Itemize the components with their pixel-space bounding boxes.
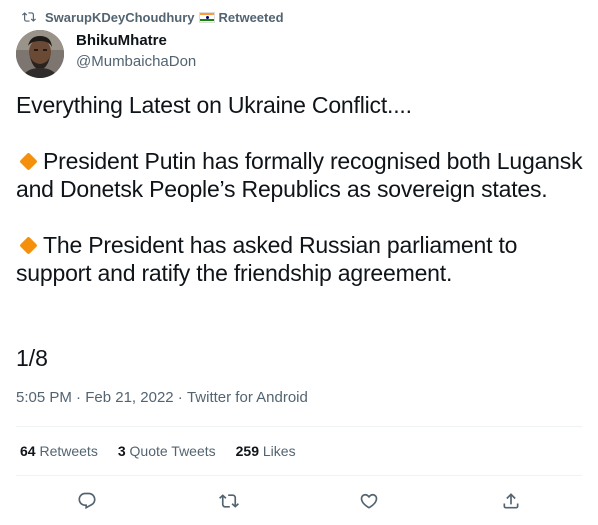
author-handle[interactable]: @MumbaichaDon	[76, 53, 196, 70]
retweeted-label: Retweeted	[218, 9, 284, 25]
retweets-label: Retweets	[35, 443, 98, 459]
tweet-point-1: President Putin has formally recognised …	[16, 147, 586, 203]
likes-label: Likes	[259, 443, 296, 459]
meta-separator: ·	[71, 389, 86, 406]
orange-diamond-icon	[19, 236, 38, 255]
retweets-count: 64	[20, 443, 36, 459]
tweet-point-2: The President has asked Russian parliame…	[16, 231, 586, 287]
reply-icon[interactable]	[76, 490, 98, 512]
tweet-point-2-text: The President has asked Russian parliame…	[16, 232, 518, 286]
meta-separator: ·	[173, 389, 187, 406]
divider	[16, 426, 582, 427]
quote-tweets-count: 3	[117, 443, 126, 459]
thread-counter: 1/8	[16, 345, 48, 371]
likes-count: 259	[235, 443, 259, 459]
likes-stat[interactable]: 259 Likes	[236, 443, 296, 459]
india-flag-icon	[198, 11, 215, 23]
author-name[interactable]: BhikuMhatre	[76, 32, 167, 49]
tweet-source[interactable]: Twitter for Android	[187, 389, 308, 406]
quote-tweets-label: Quote Tweets	[125, 443, 216, 459]
tweet-stats: 64 Retweets 3 Quote Tweets 259 Likes	[20, 443, 316, 459]
avatar[interactable]	[16, 30, 64, 78]
quote-tweets-stat[interactable]: 3 Quote Tweets	[118, 443, 216, 459]
tweet-meta: 5:05 PM · Feb 21, 2022 · Twitter for And…	[16, 389, 308, 406]
tweet-point-1-text: President Putin has formally recognised …	[16, 148, 583, 202]
tweet-line-intro: Everything Latest on Ukraine Conflict...…	[16, 92, 412, 118]
tweet-text: Everything Latest on Ukraine Conflict...…	[16, 91, 586, 287]
retweeter-name[interactable]: SwarupKDeyChoudhury	[45, 10, 195, 25]
tweet-date[interactable]: Feb 21, 2022	[85, 389, 173, 406]
share-icon[interactable]	[500, 490, 522, 512]
retweets-stat[interactable]: 64 Retweets	[20, 443, 98, 459]
retweet-icon[interactable]	[218, 490, 240, 512]
retweet-header: SwarupKDeyChoudhury Retweeted	[22, 9, 284, 25]
action-bar	[0, 486, 598, 518]
orange-diamond-icon	[19, 152, 38, 171]
tweet-time[interactable]: 5:05 PM	[16, 389, 72, 406]
divider	[16, 475, 582, 476]
like-icon[interactable]	[358, 490, 380, 512]
retweet-icon	[22, 10, 36, 24]
